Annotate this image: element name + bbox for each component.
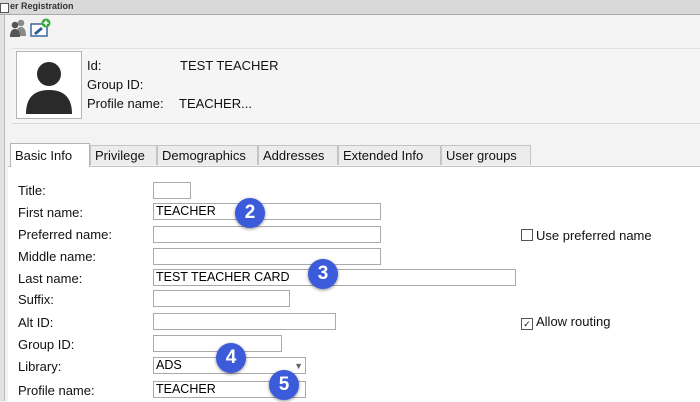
first-name-field[interactable]: TEACHER	[153, 203, 381, 220]
add-user-icon[interactable]	[30, 18, 51, 38]
tab-demographics[interactable]: Demographics	[157, 145, 258, 165]
suffix-label: Suffix:	[18, 292, 54, 307]
allow-routing-label: Allow routing	[536, 314, 611, 329]
step-badge-4: 4	[216, 343, 246, 373]
use-preferred-name-label: Use preferred name	[536, 228, 652, 243]
middle-name-label: Middle name:	[18, 249, 97, 264]
use-preferred-name-checkbox[interactable]: Use preferred name	[521, 228, 652, 243]
window-menu-icon[interactable]	[0, 3, 9, 13]
first-name-label: First name:	[18, 205, 84, 220]
library-label: Library:	[18, 359, 62, 374]
chevron-down-icon[interactable]: ▼	[294, 359, 303, 374]
checkbox-unchecked-icon[interactable]	[521, 229, 533, 241]
header-id-value: TEST TEACHER	[180, 58, 279, 73]
title-label: Title:	[18, 183, 46, 198]
title-field[interactable]	[153, 182, 191, 199]
tab-privilege[interactable]: Privilege	[90, 145, 157, 165]
library-select-value: ADS	[156, 358, 182, 372]
step-badge-5: 5	[269, 370, 299, 400]
header-profile-value: TEACHER...	[179, 96, 252, 111]
allow-routing-checkbox[interactable]: ✓ Allow routing	[521, 314, 610, 330]
avatar-icon	[16, 51, 82, 119]
alt-id-label: Alt ID:	[18, 315, 54, 330]
tab-user-groups[interactable]: User groups	[441, 145, 531, 165]
window-title-bar: er Registration	[0, 0, 700, 15]
group-id-label: Group ID:	[18, 337, 75, 352]
profile-name-label: Profile name:	[18, 383, 95, 398]
step-badge-2: 2	[235, 198, 265, 228]
left-edge	[0, 15, 5, 401]
header-group-label: Group ID:	[87, 77, 144, 92]
header-id-label: Id:	[87, 58, 102, 73]
window-title: er Registration	[10, 1, 74, 11]
checkbox-checked-icon[interactable]: ✓	[521, 318, 533, 330]
alt-id-field[interactable]	[153, 313, 336, 330]
users-icon[interactable]	[8, 18, 28, 38]
preferred-name-field[interactable]	[153, 226, 381, 243]
middle-name-field[interactable]	[153, 248, 381, 265]
last-name-label: Last name:	[18, 271, 83, 286]
preferred-name-label: Preferred name:	[18, 227, 112, 242]
suffix-field[interactable]	[153, 290, 290, 307]
step-badge-3: 3	[308, 259, 338, 289]
header-profile-label: Profile name:	[87, 96, 164, 111]
tab-extended-info[interactable]: Extended Info	[338, 145, 441, 165]
tab-basic-info[interactable]: Basic Info	[10, 143, 90, 167]
tab-addresses[interactable]: Addresses	[258, 145, 338, 165]
